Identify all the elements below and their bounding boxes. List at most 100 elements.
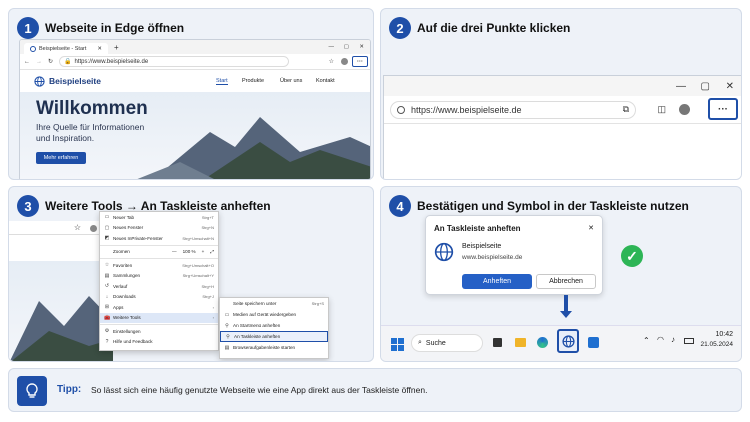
browser-tab[interactable]: Beispielseite - Start ✕ bbox=[24, 43, 108, 54]
nav-ueber-uns[interactable]: Über uns bbox=[280, 78, 302, 84]
menu-item-verlauf[interactable]: ↺ Verlauf Strg+H bbox=[100, 281, 218, 292]
submenu-item-3[interactable]: ⚲ An Startmenü anheften bbox=[220, 320, 328, 331]
maximize-icon[interactable]: ▢ bbox=[701, 81, 710, 92]
dialog-site-url: www.beispielseite.de bbox=[462, 254, 523, 261]
lock-icon: 🔒 bbox=[64, 59, 72, 65]
zoom-plus[interactable]: + bbox=[202, 249, 205, 254]
minimize-icon[interactable]: — bbox=[676, 81, 686, 92]
tray-chevron-icon[interactable]: ⌃ bbox=[643, 336, 650, 345]
submenu-item-5[interactable]: ▤ Browseraufgabenleiste starten bbox=[220, 342, 328, 353]
back-icon[interactable]: ← bbox=[24, 59, 30, 65]
fullscreen-icon[interactable]: ⤢ bbox=[210, 249, 214, 254]
volume-icon[interactable]: ♪ bbox=[671, 335, 675, 344]
menu-item-sammlungen[interactable]: ▤ Sammlungen Strg+Umschalt+Y bbox=[100, 271, 218, 282]
url-text: https://www.beispielseite.de bbox=[74, 58, 149, 65]
zoom-value: 100 % bbox=[182, 249, 196, 255]
menu-item-weitere-tools[interactable]: 🧰 Weitere Tools › bbox=[100, 312, 218, 323]
maximize-icon[interactable]: ▢ bbox=[344, 44, 349, 50]
edge-settings-menu: ▭ Neuer Tab Strg+T ▢ Neues Fenster Strg+N ◩ Neu… bbox=[99, 211, 219, 351]
address-bar[interactable]: 🔒 https://www.beispielseite.de bbox=[59, 56, 290, 67]
menu-separator bbox=[100, 324, 218, 325]
globe-icon bbox=[434, 242, 454, 262]
menu-item-label: Apps bbox=[113, 304, 124, 310]
hero-section: Willkommen Ihre Quelle für Informationen… bbox=[20, 92, 370, 179]
site-favicon-icon bbox=[30, 45, 36, 52]
battery-icon[interactable] bbox=[684, 338, 694, 344]
help-icon: ? bbox=[105, 338, 109, 345]
menu-separator bbox=[100, 244, 218, 246]
tab-close-icon[interactable]: ✕ bbox=[97, 46, 102, 52]
browser-background: ☆ bbox=[9, 221, 113, 361]
zoom-controls[interactable]: — 100 % + ⤢ bbox=[172, 249, 214, 254]
dialog-site-name: Beispielseite bbox=[462, 243, 502, 250]
minimize-icon[interactable]: — bbox=[329, 44, 335, 50]
nav-kontakt[interactable]: Kontakt bbox=[316, 78, 335, 84]
menu-item-neues-fenster[interactable]: ▢ Neues Fenster Strg+N bbox=[100, 223, 218, 234]
pin-confirm-button[interactable]: Anheften bbox=[462, 274, 532, 289]
more-options-button[interactable]: ··· bbox=[708, 98, 738, 120]
start-button[interactable] bbox=[391, 338, 404, 351]
pin-icon: ⚲ bbox=[226, 333, 230, 340]
inprivate-icon: ◩ bbox=[104, 235, 110, 242]
wifi-icon[interactable]: ◠ bbox=[657, 335, 664, 344]
zoom-minus[interactable]: — bbox=[172, 249, 177, 254]
refresh-icon[interactable]: ↻ bbox=[48, 58, 53, 65]
submenu-item-1[interactable]: Seite speichern unter Strg+S bbox=[220, 298, 328, 309]
favorite-star-icon: ☆ bbox=[73, 223, 81, 232]
menu-item-zoomen[interactable]: Zoomen — 100 % + ⤢ bbox=[100, 247, 218, 258]
menu-item-apps[interactable]: ⊞ Apps › bbox=[100, 302, 218, 313]
task-icon: ▤ bbox=[224, 344, 230, 351]
dialog-close-icon[interactable]: ✕ bbox=[588, 224, 594, 232]
window-close-icon[interactable]: ✕ bbox=[359, 44, 364, 50]
file-explorer-icon[interactable] bbox=[515, 338, 526, 347]
step-title: Bestätigen und Symbol in der Taskleiste … bbox=[417, 199, 689, 213]
tab-actions-icon[interactable]: ⧉ bbox=[623, 104, 629, 115]
tip-text: So lässt sich eine häufig genutzte Webse… bbox=[91, 385, 428, 395]
clock-date[interactable]: 21.05.2024 bbox=[700, 341, 733, 348]
site-info-icon bbox=[397, 105, 405, 114]
menu-item-favoriten[interactable]: ☆ Favoriten Strg+Umschalt+O bbox=[100, 260, 218, 271]
address-bar-row: https://www.beispielseite.de ⧉ ◫ ··· bbox=[384, 96, 741, 124]
task-view-icon[interactable] bbox=[493, 338, 502, 347]
cta-button[interactable]: Mehr erfahren bbox=[36, 152, 86, 164]
menu-item-label: Favoriten bbox=[113, 262, 133, 268]
menu-item-hilfe-und-feedback[interactable]: ? Hilfe und Feedback bbox=[100, 337, 218, 348]
menu-item-einstellungen[interactable]: ⚙ Einstellungen bbox=[100, 326, 218, 337]
tab-icon: ▭ bbox=[104, 214, 110, 221]
submenu-item-label: Medien auf Gerät wiedergeben bbox=[233, 312, 297, 317]
menu-item-downloads[interactable]: ↓ Downloads Strg+J bbox=[100, 292, 218, 303]
store-icon[interactable] bbox=[588, 337, 599, 348]
clock-time[interactable]: 10:42 bbox=[715, 331, 733, 338]
forward-icon[interactable]: → bbox=[36, 59, 42, 65]
edge-icon[interactable] bbox=[537, 337, 548, 348]
split-screen-icon[interactable]: ◫ bbox=[657, 104, 666, 115]
profile-icon bbox=[90, 225, 97, 232]
new-tab-icon[interactable]: + bbox=[114, 43, 119, 52]
window-close-icon[interactable]: ✕ bbox=[726, 81, 734, 92]
submenu-item-label: Browseraufgabenleiste starten bbox=[233, 345, 296, 350]
nav-produkte[interactable]: Produkte bbox=[242, 78, 264, 84]
hero-title: Willkommen bbox=[36, 98, 148, 119]
submenu-item-4[interactable]: ⚲ An Taskleiste anheften bbox=[220, 331, 328, 342]
menu-item-label: Downloads bbox=[113, 294, 136, 300]
site-brand: Beispielseite bbox=[49, 76, 101, 86]
pinned-site-taskbar-icon[interactable] bbox=[557, 329, 579, 353]
taskbar-search[interactable]: ⌕ Suche bbox=[411, 334, 483, 352]
favorite-star-icon[interactable]: ☆ bbox=[329, 58, 334, 65]
menu-item-label: Neues InPrivate-Fenster bbox=[113, 235, 163, 241]
window-title-bar: — ▢ ✕ bbox=[384, 76, 741, 96]
submenu-item-shortcut: Strg+S bbox=[311, 301, 324, 306]
address-bar[interactable]: https://www.beispielseite.de ⧉ bbox=[390, 100, 636, 119]
more-options-button[interactable]: ··· bbox=[352, 56, 368, 67]
menu-item-label: Verlauf bbox=[113, 283, 128, 289]
submenu-item-2[interactable]: ▭ Medien auf Gerät wiedergeben bbox=[220, 309, 328, 320]
pin-cancel-button[interactable]: Abbrechen bbox=[536, 274, 596, 289]
menu-item-shortcut: Strg+Umschalt+Y bbox=[182, 273, 214, 279]
profile-icon[interactable] bbox=[679, 104, 690, 115]
menu-item-neuer-tab[interactable]: ▭ Neuer Tab Strg+T bbox=[100, 212, 218, 223]
step-title: Webseite in Edge öffnen bbox=[45, 21, 185, 35]
nav-start[interactable]: Start bbox=[216, 78, 228, 85]
profile-icon[interactable] bbox=[341, 58, 348, 65]
menu-item-label: Neuer Tab bbox=[113, 214, 135, 220]
menu-item-neues-inprivate-fenster[interactable]: ◩ Neues InPrivate-Fenster Strg+Umschalt+N bbox=[100, 233, 218, 244]
